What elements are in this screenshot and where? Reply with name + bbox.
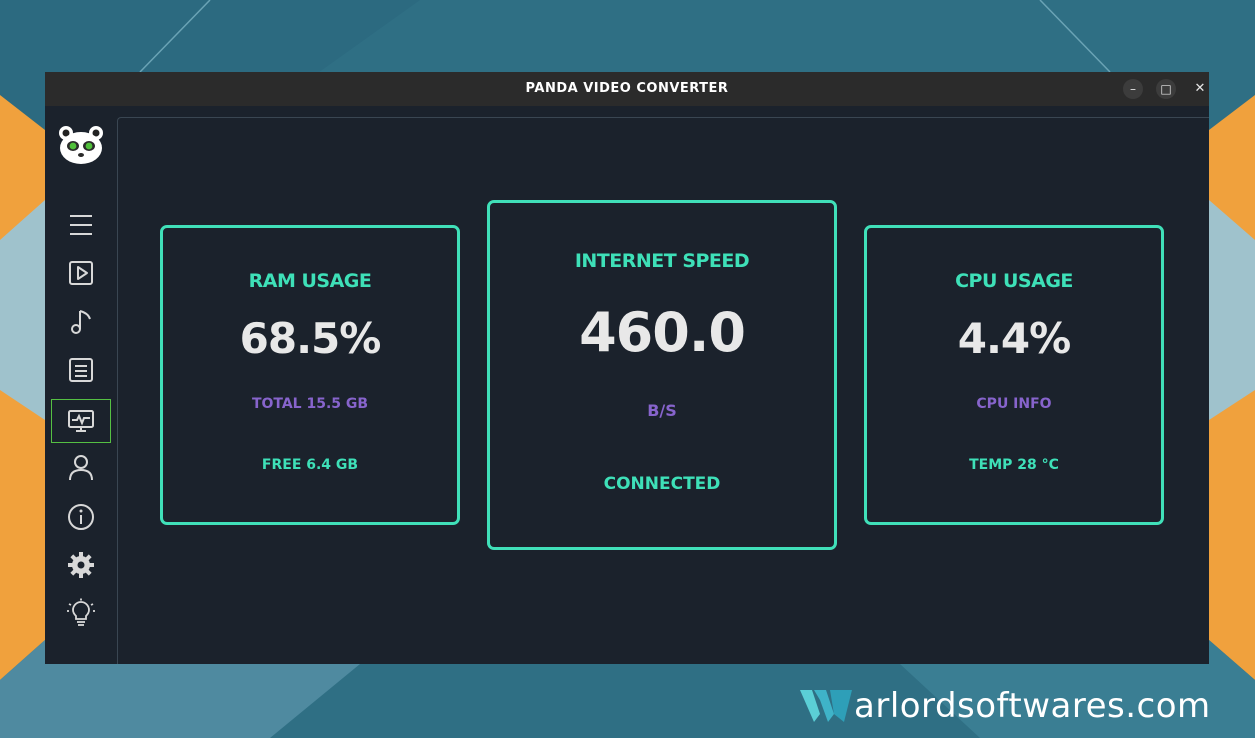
sidebar (45, 106, 117, 664)
ram-usage-card: RAM USAGE 68.5% TOTAL 15.5 GB FREE 6.4 G… (160, 225, 460, 525)
cpu-usage-card: CPU USAGE 4.4% CPU INFO TEMP 28 °C (864, 225, 1164, 525)
internet-unit: B/S (647, 401, 677, 420)
ram-total: TOTAL 15.5 GB (251, 396, 369, 412)
info-icon (68, 504, 94, 530)
hamburger-menu-icon (70, 215, 92, 235)
sidebar-item-ideas[interactable] (52, 592, 110, 634)
sidebar-item-video[interactable] (52, 252, 110, 294)
cpu-temp: TEMP 28 °C (969, 457, 1059, 473)
music-note-icon (71, 310, 91, 334)
sidebar-item-info[interactable] (52, 496, 110, 538)
internet-speed-card: INTERNET SPEED 460.0 B/S CONNECTED (487, 200, 837, 550)
cpu-info-link[interactable]: CPU INFO (867, 396, 1161, 412)
sidebar-item-menu[interactable] (52, 204, 110, 246)
watermark-text: arlordsoftwares.com (854, 686, 1211, 726)
watermark-logo (800, 690, 852, 722)
close-button[interactable]: ✕ (1190, 79, 1210, 99)
internet-status: CONNECTED (603, 474, 721, 494)
user-icon (69, 455, 93, 481)
minimize-button[interactable]: – (1123, 79, 1143, 99)
sidebar-item-list[interactable] (52, 349, 110, 391)
maximize-button[interactable]: □ (1156, 79, 1176, 99)
system-monitor-icon (68, 410, 94, 432)
title-bar: PANDA VIDEO CONVERTER – □ ✕ (45, 72, 1209, 106)
ram-free: FREE 6.4 GB (261, 457, 359, 473)
cpu-value: 4.4% (957, 314, 1071, 363)
sidebar-item-account[interactable] (52, 446, 110, 488)
play-icon (69, 261, 93, 285)
document-list-icon (69, 358, 93, 382)
lightbulb-icon (67, 598, 95, 626)
gear-icon (68, 552, 94, 578)
watermark: arlordsoftwares.com (800, 683, 1211, 729)
sidebar-item-audio[interactable] (52, 301, 110, 343)
internet-heading: INTERNET SPEED (574, 250, 750, 272)
cpu-heading: CPU USAGE (955, 270, 1073, 292)
sidebar-item-monitor[interactable] (51, 399, 111, 443)
window-title: PANDA VIDEO CONVERTER (525, 81, 729, 96)
ram-value: 68.5% (239, 314, 382, 363)
ram-heading: RAM USAGE (248, 270, 372, 292)
internet-value: 460.0 (579, 301, 746, 364)
panda-logo (59, 126, 103, 164)
sidebar-item-settings[interactable] (52, 544, 110, 586)
